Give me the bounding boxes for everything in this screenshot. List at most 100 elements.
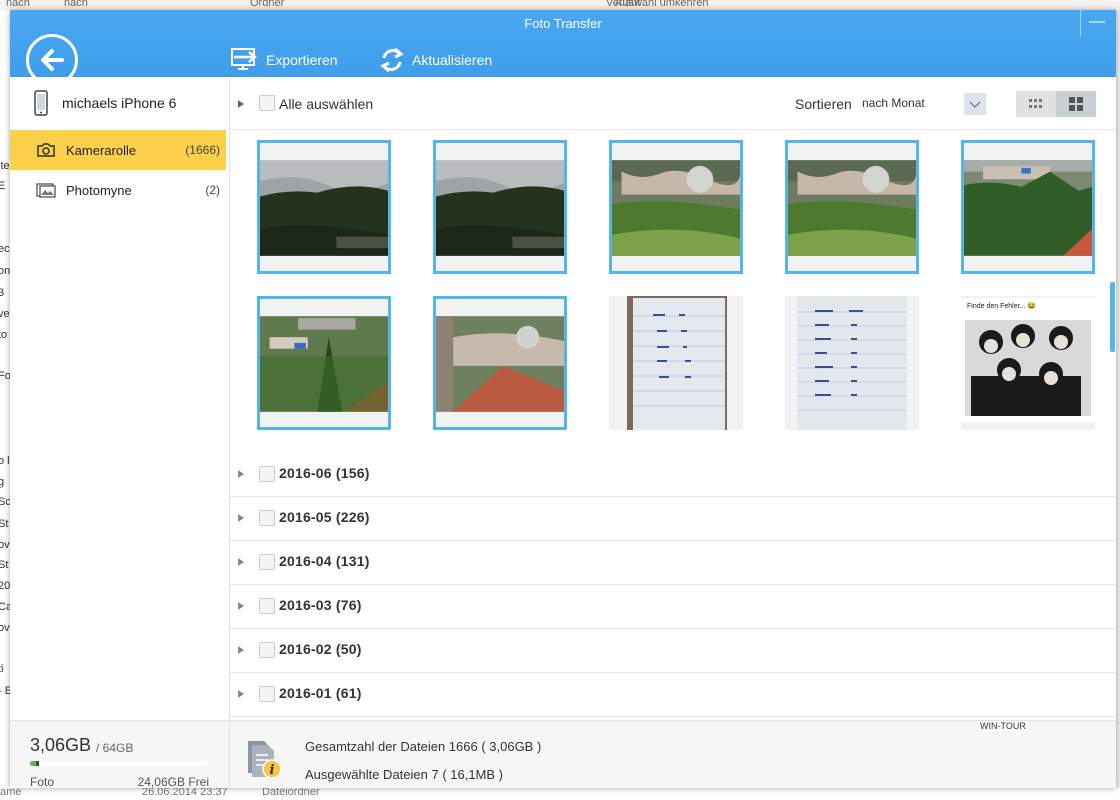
view-small-grid-button[interactable] bbox=[1016, 91, 1056, 117]
month-group-label: 2016-03 (76) bbox=[279, 597, 362, 613]
photo-image bbox=[961, 296, 1095, 430]
photo-image bbox=[260, 299, 388, 427]
photo-image bbox=[260, 143, 388, 271]
photo-thumbnail[interactable] bbox=[257, 140, 391, 274]
main-panel: Alle auswählen Sortieren nach Monat Find… bbox=[230, 77, 1116, 788]
month-group-label: 2016-02 (50) bbox=[279, 641, 362, 657]
expand-triangle-icon[interactable] bbox=[238, 100, 244, 108]
photo-thumbnail[interactable] bbox=[433, 296, 567, 430]
photo-image bbox=[964, 143, 1092, 271]
group-checkbox[interactable] bbox=[259, 554, 275, 570]
group-checkbox[interactable] bbox=[259, 598, 275, 614]
export-button[interactable]: Exportieren bbox=[230, 46, 338, 74]
month-group-row[interactable]: 2016-04 (131) bbox=[230, 540, 1116, 585]
photo-thumbnail[interactable] bbox=[961, 140, 1095, 274]
bg-left-fragment: ec bbox=[0, 243, 10, 255]
month-group-label: 2016-01 (61) bbox=[279, 685, 362, 701]
select-all-label: Alle auswählen bbox=[279, 96, 374, 112]
minimize-button[interactable]: — bbox=[1080, 10, 1113, 36]
title-bar: Foto Transfer — Exportieren Aktualisiere… bbox=[10, 10, 1116, 86]
photo-thumbnail[interactable] bbox=[785, 140, 919, 274]
export-icon bbox=[231, 48, 257, 70]
bg-left-fragment: ve bbox=[0, 308, 10, 320]
group-checkbox[interactable] bbox=[259, 510, 275, 526]
expand-triangle-icon[interactable] bbox=[238, 690, 244, 698]
storage-free: 24,06GB Frei bbox=[137, 775, 209, 788]
sidebar: michaels iPhone 6 Kamerarolle (1666) Pho… bbox=[10, 77, 230, 788]
refresh-button[interactable]: Aktualisieren bbox=[378, 46, 492, 74]
chevron-down-icon bbox=[964, 93, 986, 115]
storage-total: / 64GB bbox=[96, 741, 134, 755]
bg-bottom-item: Dateiordner bbox=[262, 788, 320, 798]
photo-thumbnail[interactable] bbox=[609, 140, 743, 274]
expand-triangle-icon[interactable] bbox=[238, 514, 244, 522]
group-checkbox[interactable] bbox=[259, 642, 275, 658]
bg-left-fragment: ti bbox=[0, 663, 4, 675]
month-group-row[interactable]: 2016-01 (61) bbox=[230, 672, 1116, 717]
photo-image bbox=[436, 143, 564, 271]
storage-panel: 3,06GB / 64GB Foto 24,06GB Frei bbox=[10, 720, 229, 788]
selected-files-text: Ausgewählte Dateien 7 ( 16,1MB ) bbox=[305, 767, 503, 782]
sidebar-item-label: Kamerarolle bbox=[66, 142, 137, 158]
arrow-left-icon bbox=[41, 49, 64, 71]
watermark: WIN-TOUR bbox=[978, 721, 1028, 731]
photo-image bbox=[785, 296, 919, 430]
sidebar-item-kamerarolle[interactable]: Kamerarolle (1666) bbox=[10, 130, 226, 170]
total-files-text: Gesamtzahl der Dateien 1666 ( 3,06GB ) bbox=[305, 739, 542, 754]
status-footer: i Gesamtzahl der Dateien 1666 ( 3,06GB )… bbox=[230, 720, 1116, 788]
month-group-label: 2016-05 (226) bbox=[279, 509, 370, 525]
bg-bottom-item: ame bbox=[0, 788, 22, 798]
vertical-scrollbar[interactable] bbox=[1110, 282, 1115, 352]
camera-icon bbox=[37, 143, 55, 157]
expand-triangle-icon[interactable] bbox=[238, 558, 244, 566]
photo-image bbox=[436, 299, 564, 427]
background-window-right bbox=[1116, 10, 1120, 800]
sidebar-item-photomyne[interactable]: Photomyne (2) bbox=[10, 170, 226, 210]
content-toolbar: Alle auswählen Sortieren nach Monat bbox=[230, 77, 1116, 130]
small-grid-icon bbox=[1029, 99, 1042, 108]
photo-image bbox=[609, 296, 743, 430]
device-row[interactable]: michaels iPhone 6 bbox=[10, 77, 229, 129]
bg-top-item: nach bbox=[6, 0, 30, 9]
bg-left-fragment: ov bbox=[0, 622, 10, 634]
export-label: Exportieren bbox=[266, 52, 338, 68]
expand-triangle-icon[interactable] bbox=[238, 602, 244, 610]
group-checkbox[interactable] bbox=[259, 686, 275, 702]
storage-bar-fill bbox=[30, 761, 39, 766]
foto-transfer-window: Foto Transfer — Exportieren Aktualisiere… bbox=[10, 10, 1116, 788]
bg-left-fragment: 20 bbox=[0, 580, 10, 592]
photo-grid: Finde den Fehler... 😂 bbox=[230, 130, 1116, 448]
photo-image bbox=[788, 143, 916, 271]
picture-icon bbox=[36, 183, 56, 198]
bg-left-fragment: Sc bbox=[0, 496, 10, 508]
file-info-icon: i bbox=[248, 741, 282, 779]
photo-thumbnail[interactable]: Finde den Fehler... 😂 bbox=[961, 296, 1095, 430]
sort-dropdown[interactable]: nach Monat bbox=[856, 93, 986, 115]
select-all-checkbox[interactable] bbox=[259, 95, 275, 111]
storage-label: Foto bbox=[30, 775, 55, 788]
bg-left-fragment: on bbox=[0, 265, 10, 277]
sidebar-item-label: Photomyne bbox=[66, 182, 132, 198]
view-large-grid-button[interactable] bbox=[1056, 91, 1096, 117]
refresh-label: Aktualisieren bbox=[412, 52, 493, 68]
bg-left-fragment: g bbox=[0, 476, 5, 488]
bg-left-fragment: to bbox=[0, 329, 8, 341]
bg-left-fragment: 3 bbox=[0, 287, 5, 299]
sort-label: Sortieren bbox=[795, 96, 852, 112]
bg-top-item: Ordner bbox=[250, 0, 285, 9]
month-group-row[interactable]: 2016-06 (156) bbox=[230, 452, 1116, 497]
photo-thumbnail[interactable] bbox=[609, 296, 743, 430]
bg-left-fragment: St bbox=[0, 559, 9, 571]
month-group-row[interactable]: 2016-05 (226) bbox=[230, 496, 1116, 541]
group-checkbox[interactable] bbox=[259, 466, 275, 482]
photo-thumbnail[interactable] bbox=[785, 296, 919, 430]
bg-left-fragment: - E bbox=[0, 685, 10, 697]
expand-triangle-icon[interactable] bbox=[238, 646, 244, 654]
month-group-row[interactable]: 2016-03 (76) bbox=[230, 584, 1116, 629]
photo-thumbnail[interactable] bbox=[257, 296, 391, 430]
month-group-row[interactable]: 2016-02 (50) bbox=[230, 628, 1116, 673]
bg-left-fragment: Ca bbox=[0, 601, 10, 613]
background-window-bottom: ame 26.06.2014 23:37 Dateiordner bbox=[0, 788, 1120, 800]
expand-triangle-icon[interactable] bbox=[238, 470, 244, 478]
photo-thumbnail[interactable] bbox=[433, 140, 567, 274]
